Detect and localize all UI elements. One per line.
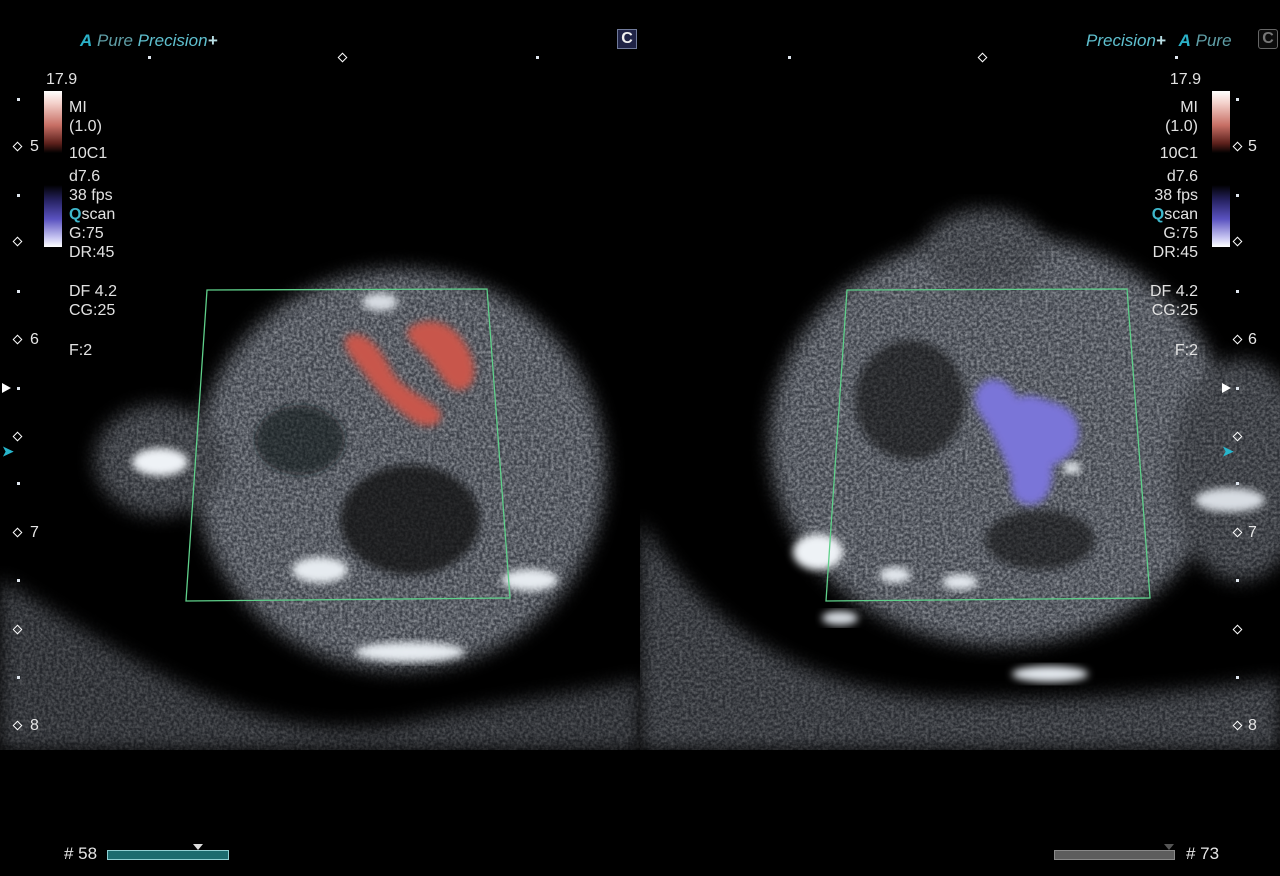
mi-label: MI (69, 99, 87, 116)
cine-position-marker-icon[interactable] (193, 844, 203, 850)
focus-position-icon[interactable] (2, 383, 11, 393)
depth-label-5: 5 (1248, 138, 1257, 155)
depth-tick (1236, 387, 1239, 390)
brand-logo: A Pure Precision+ (80, 31, 218, 51)
mi-label: MI (1180, 99, 1198, 116)
mi-value: (1.0) (1165, 118, 1198, 135)
gain-value: G:75 (69, 225, 104, 242)
depth-tick (17, 579, 20, 582)
imaging-params: MI (1.0) 10C1 d7.6 38 fps Qscan G:75 DR:… (69, 98, 117, 360)
depth-tick (17, 98, 20, 101)
frame-number: # 58 (64, 844, 98, 863)
depth-tick (1236, 290, 1239, 293)
depth-tick (1236, 579, 1239, 582)
brand-precision: Precision (1086, 31, 1156, 50)
depth-setting: d7.6 (69, 168, 101, 185)
velocity-colorbar-red (1212, 91, 1230, 153)
velocity-colorbar-red (44, 91, 62, 153)
qscan-q: Q (69, 206, 82, 223)
brand-plus: + (1155, 31, 1166, 50)
depth-tick (17, 482, 20, 485)
brand-pure: Pure (97, 31, 133, 50)
color-gain: CG:25 (1151, 302, 1198, 319)
brand-a: A (1178, 31, 1191, 50)
lateral-tick (1175, 56, 1178, 59)
brand-a: A (80, 31, 93, 50)
dynamic-range-value: DR:45 (69, 244, 115, 261)
brand-pure: Pure (1195, 31, 1232, 50)
depth-label-5: 5 (30, 138, 39, 155)
frame-filter: F:2 (69, 342, 93, 359)
qscan-label: Qscan (1080, 205, 1198, 224)
gain-value: G:75 (1163, 225, 1198, 242)
right-ultrasound-pane[interactable]: Precision+ A Pure 17.9 MI (1.0) 10C1 d7.… (640, 0, 1280, 876)
color-mode-badge[interactable]: C (617, 29, 637, 49)
lateral-tick (536, 56, 539, 59)
depth-tick (17, 290, 20, 293)
qscan-label: Qscan (69, 205, 117, 224)
probe-label: 10C1 (1159, 145, 1198, 162)
frame-rate: 38 fps (1154, 187, 1198, 204)
depth-label-6: 6 (1248, 331, 1257, 348)
focus-position-icon[interactable] (1222, 383, 1231, 393)
depth-label-8: 8 (30, 717, 39, 734)
brand-logo: Precision+ A Pure (1086, 31, 1232, 51)
scale-max: 17.9 (1169, 71, 1201, 88)
depth-setting: d7.6 (1166, 168, 1198, 185)
doppler-frequency: DF 4.2 (1149, 283, 1198, 300)
depth-tick (1236, 482, 1239, 485)
probe-label: 10C1 (69, 145, 108, 162)
qscan-rest: scan (81, 206, 116, 223)
frame-filter: F:2 (1174, 342, 1198, 359)
depth-tick (17, 676, 20, 679)
depth-label-8: 8 (1248, 717, 1257, 734)
brand-precision: Precision (137, 31, 208, 50)
qscan-q: Q (1151, 206, 1165, 223)
brand-plus: + (207, 31, 218, 50)
depth-label-7: 7 (1248, 524, 1257, 541)
depth-tick (17, 387, 20, 390)
depth-label-7: 7 (30, 524, 39, 541)
scale-max: 17.9 (46, 71, 78, 88)
dynamic-range-value: DR:45 (1152, 244, 1198, 261)
velocity-colorbar-blue (44, 185, 62, 247)
frame-number: # 73 (1186, 844, 1220, 863)
left-ultrasound-pane[interactable]: A Pure Precision+ C 17.9 MI (1.0) 10C1 d… (0, 0, 640, 876)
cine-scrollbar[interactable] (107, 850, 229, 860)
depth-tick (1236, 194, 1239, 197)
velocity-colorbar-blue (1212, 185, 1230, 247)
cine-scrollbar[interactable] (1054, 850, 1175, 860)
frame-rate: 38 fps (69, 187, 113, 204)
depth-tick (1236, 98, 1239, 101)
imaging-params: MI (1.0) 10C1 d7.6 38 fps Qscan G:75 DR:… (1080, 98, 1198, 360)
depth-label-6: 6 (30, 331, 39, 348)
lateral-tick (788, 56, 791, 59)
mi-value: (1.0) (69, 118, 102, 135)
depth-tick (1236, 676, 1239, 679)
doppler-frequency: DF 4.2 (69, 283, 118, 300)
chevron-right-icon[interactable]: ➤ (1222, 443, 1234, 460)
qscan-rest: scan (1164, 206, 1198, 223)
color-gain: CG:25 (69, 302, 116, 319)
depth-tick (17, 194, 20, 197)
chevron-right-icon[interactable]: ➤ (2, 443, 14, 460)
color-mode-badge[interactable]: C (1258, 29, 1278, 49)
cine-position-marker-icon[interactable] (1164, 844, 1174, 850)
lateral-tick (148, 56, 151, 59)
